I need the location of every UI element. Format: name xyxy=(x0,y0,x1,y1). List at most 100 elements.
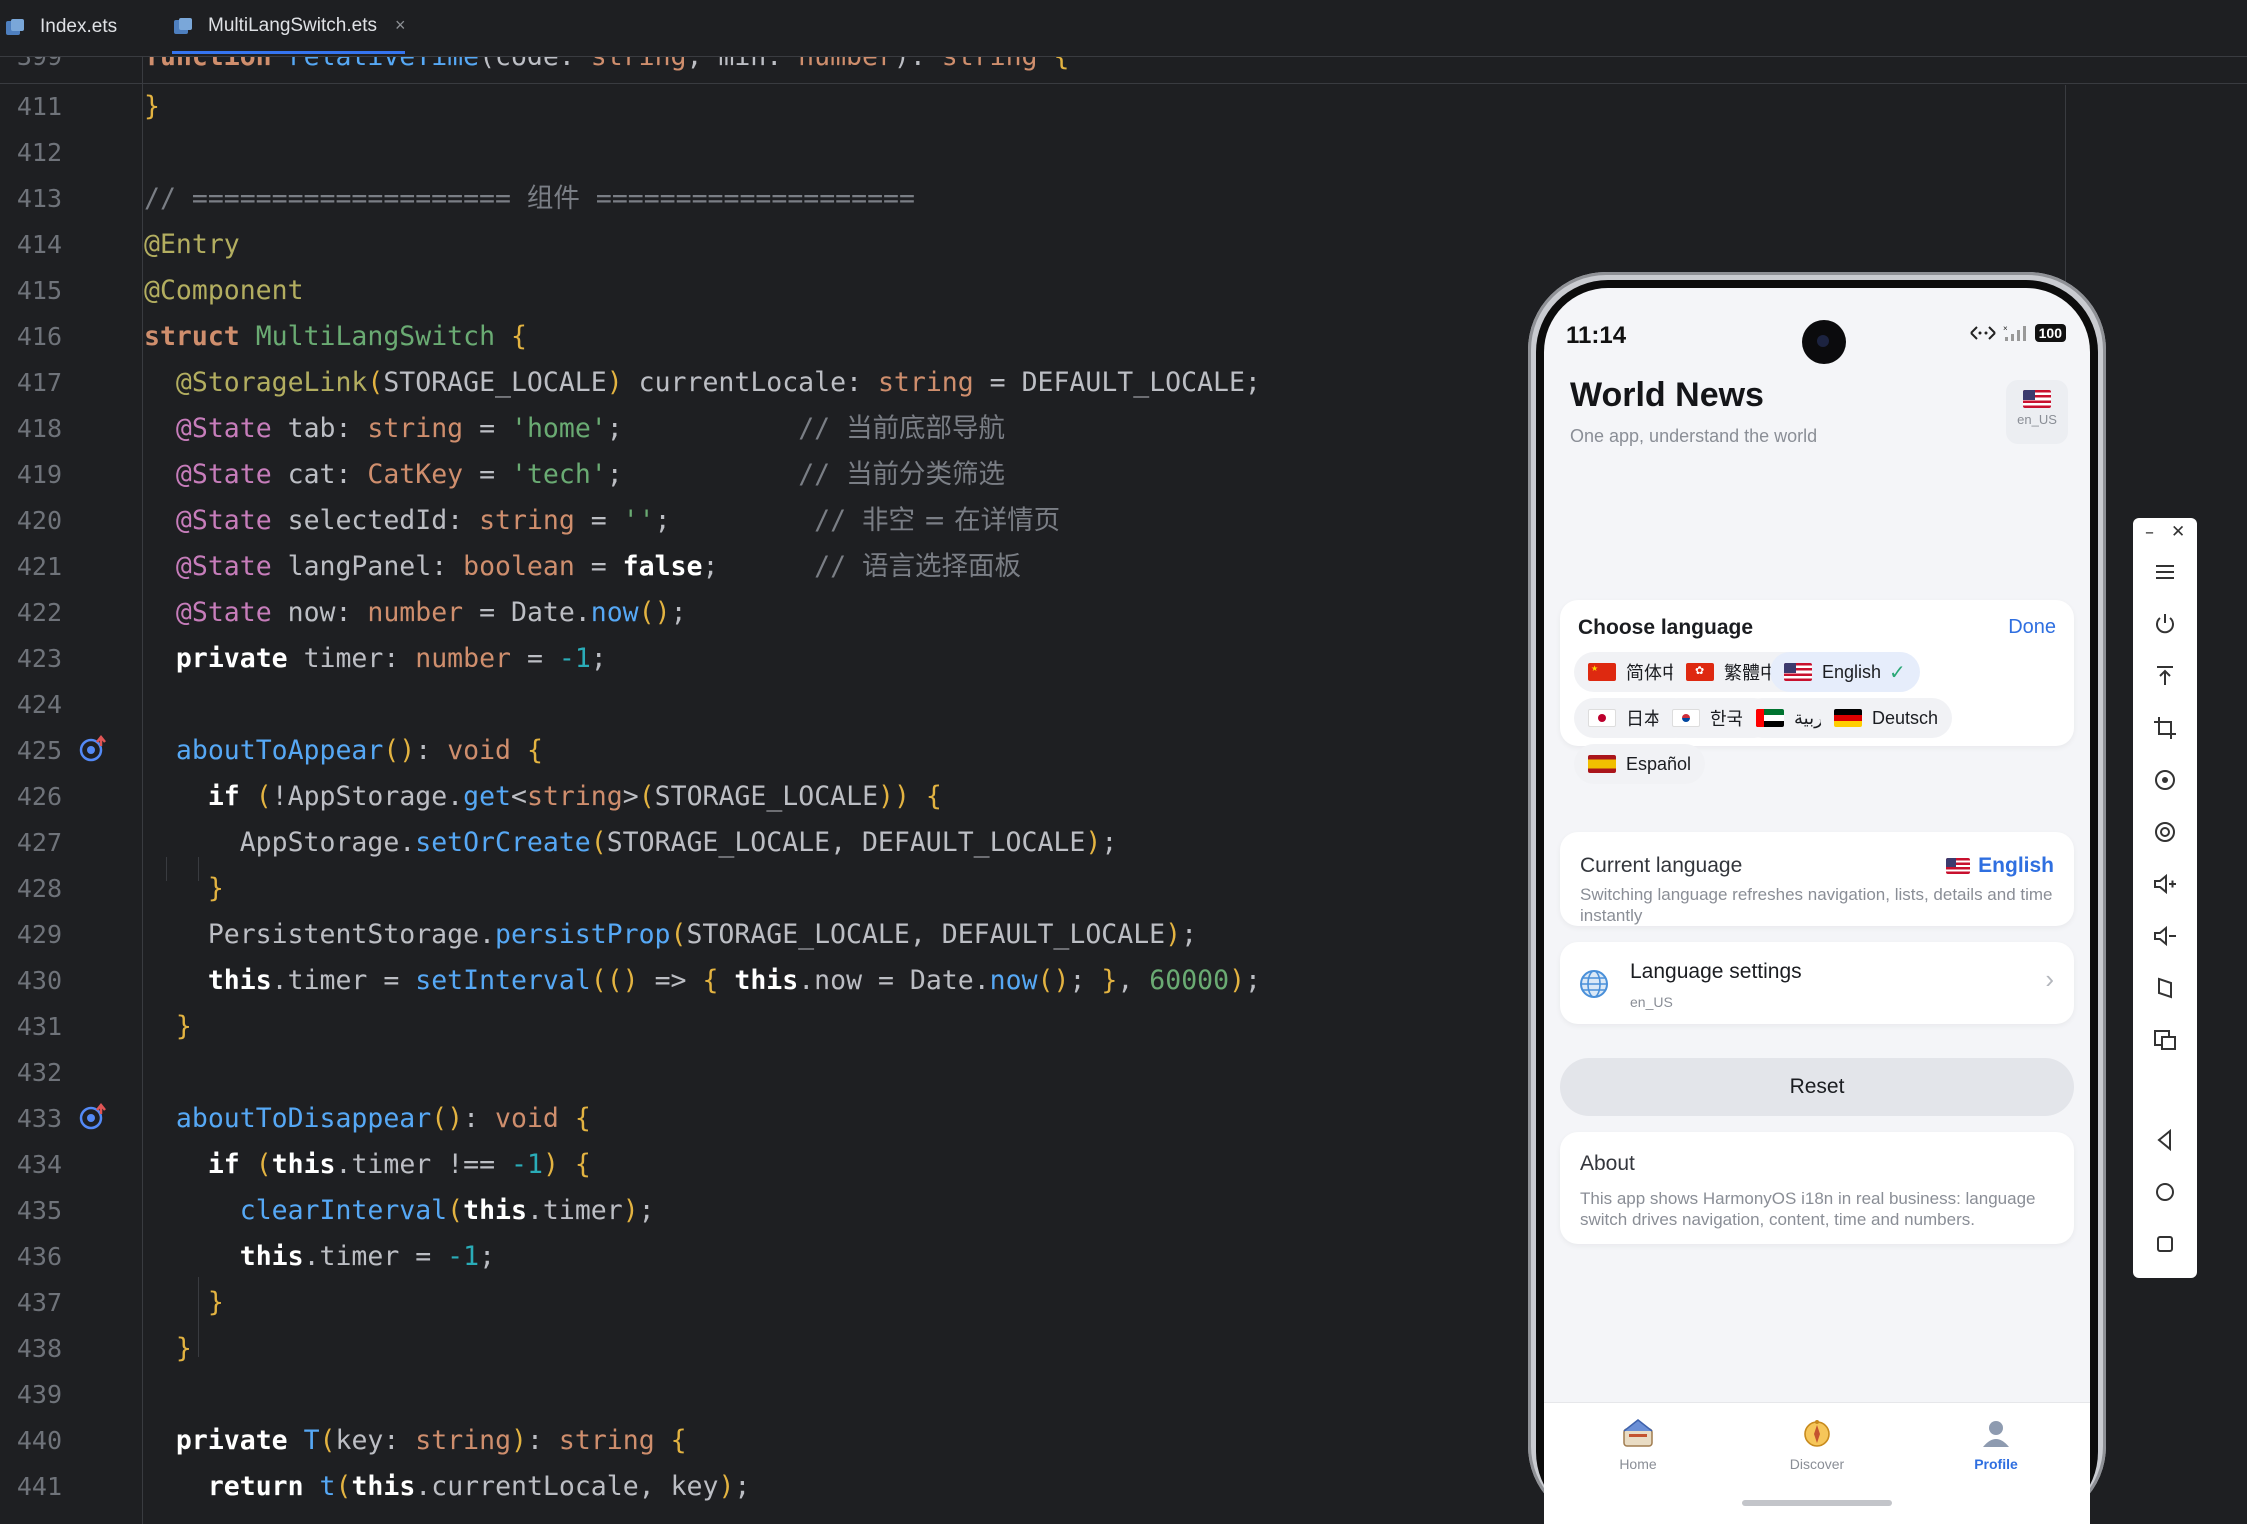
ets-file-icon xyxy=(174,17,192,34)
nav-profile[interactable]: Profile xyxy=(1926,1417,2066,1472)
code-line-435: clearInterval(this.timer); xyxy=(239,1195,655,1226)
check-icon: ✓ xyxy=(1889,661,1906,684)
camera-punch-hole xyxy=(1802,320,1846,364)
es-flag-icon xyxy=(1588,755,1616,773)
current-language-label: Current language xyxy=(1580,854,1743,877)
override-method-icon[interactable] xyxy=(78,734,108,764)
data-transfer-icon xyxy=(1969,326,1996,340)
ae-flag-icon xyxy=(1756,709,1784,727)
volume-up-icon[interactable] xyxy=(2147,866,2183,902)
nav-label: Discover xyxy=(1789,1456,1845,1472)
svg-text:×: × xyxy=(2003,324,2008,333)
gutter-separator xyxy=(142,57,143,1524)
code-line-431: } xyxy=(175,1011,192,1042)
code-line-415: @Component xyxy=(144,275,304,306)
line-number: 422 xyxy=(16,598,62,627)
code-line-411: } xyxy=(144,91,160,122)
line-number: 399 xyxy=(0,57,62,80)
us-flag-icon xyxy=(2023,390,2051,408)
nav-discover[interactable]: Discover xyxy=(1747,1417,1887,1472)
reset-button[interactable]: Reset xyxy=(1560,1058,2074,1116)
nav-home[interactable]: Home xyxy=(1568,1417,1708,1472)
code-line-419: @State cat: CatKey = 'tech'; // 当前分类筛选 xyxy=(175,459,1006,490)
line-number: 439 xyxy=(16,1380,62,1409)
sticky-scroll-line[interactable]: 399 function relativeTime(code: string, … xyxy=(0,57,2247,84)
signal-icon: × xyxy=(2003,324,2026,341)
line-number: 424 xyxy=(16,690,62,719)
recent-apps-icon[interactable] xyxy=(2147,1226,2183,1262)
minimize-icon[interactable]: – xyxy=(2145,522,2154,543)
device-screen[interactable]: 11:14 × 100 World News One app, understa… xyxy=(1544,288,2090,1524)
line-number: 429 xyxy=(16,920,62,949)
language-chip-spanish[interactable]: Español xyxy=(1574,744,1706,784)
line-number: 423 xyxy=(16,644,62,673)
code-line-418: @State tab: string = 'home'; // 当前底部导航 xyxy=(175,413,1006,444)
tab-index-ets[interactable]: Index.ets xyxy=(4,0,117,54)
menu-icon[interactable] xyxy=(2147,554,2183,590)
home-circle-icon[interactable] xyxy=(2147,1174,2183,1210)
back-icon[interactable] xyxy=(2147,1122,2183,1158)
line-number: 418 xyxy=(16,414,62,443)
line-number: 437 xyxy=(16,1288,62,1317)
code-line-427: AppStorage.setOrCreate(STORAGE_LOCALE, D… xyxy=(144,827,1118,858)
line-number: 420 xyxy=(16,506,62,535)
code-line-436: this.timer = -1; xyxy=(239,1241,496,1272)
pin-top-icon[interactable] xyxy=(2147,658,2183,694)
locale-button[interactable]: en_US xyxy=(2006,380,2068,444)
device-frame: 11:14 × 100 World News One app, understa… xyxy=(1528,272,2106,1524)
tab-multilangswitch-ets[interactable]: MultiLangSwitch.ets × xyxy=(172,0,406,54)
cn-flag-icon: ★ xyxy=(1588,663,1616,681)
line-number: 433 xyxy=(16,1104,62,1133)
current-language-value: English xyxy=(1946,854,2054,878)
done-button[interactable]: Done xyxy=(2008,616,2056,639)
language-settings-row[interactable]: Language settings en_US › xyxy=(1560,942,2074,1024)
multi-screen-icon[interactable] xyxy=(2147,1022,2183,1058)
emulator-toolbar: – ✕ xyxy=(2133,518,2197,1278)
line-number: 416 xyxy=(16,322,62,351)
fold-icon[interactable] xyxy=(2147,970,2183,1006)
language-label: Deutsch xyxy=(1872,707,1939,728)
line-number: 419 xyxy=(16,460,62,489)
language-label: English xyxy=(1822,661,1882,682)
line-number: 438 xyxy=(16,1334,62,1363)
rotate-icon[interactable] xyxy=(2147,762,2183,798)
globe-icon xyxy=(1580,970,1608,998)
line-number: 414 xyxy=(16,230,62,259)
crop-icon[interactable] xyxy=(2147,710,2183,746)
code-line-438: } xyxy=(175,1333,192,1364)
power-icon[interactable] xyxy=(2147,606,2183,642)
code-line-433: aboutToDisappear(): void { xyxy=(175,1103,591,1134)
battery-icon: 100 xyxy=(2034,324,2066,342)
tab-label: Index.ets xyxy=(40,16,118,37)
us-flag-icon xyxy=(1946,858,1971,874)
code-line-421: @State langPanel: boolean = false; // 语言… xyxy=(175,551,1022,582)
current-language-description: Switching language refreshes navigation,… xyxy=(1580,885,2053,925)
code-line-414: @Entry xyxy=(144,229,240,260)
volume-down-icon[interactable] xyxy=(2147,918,2183,954)
line-number: 430 xyxy=(16,966,62,995)
language-panel-title: Choose language xyxy=(1578,616,1754,639)
home-indicator[interactable] xyxy=(1742,1500,1892,1506)
line-number: 421 xyxy=(16,552,62,581)
code-line-428: } xyxy=(207,873,224,904)
language-settings-sub: en_US xyxy=(1630,994,1673,1010)
about-text: This app shows HarmonyOS i18n in real bu… xyxy=(1580,1189,2036,1229)
app-subtitle: One app, understand the world xyxy=(1570,426,1818,446)
profile-icon xyxy=(1983,1421,2009,1447)
code-line-413: // ==================== 组件 =============… xyxy=(144,183,915,214)
tab-label: MultiLangSwitch.ets xyxy=(208,14,377,36)
line-number: 441 xyxy=(16,1472,62,1501)
line-number: 417 xyxy=(16,368,62,397)
about-card: About This app shows HarmonyOS i18n in r… xyxy=(1560,1132,2074,1244)
compass-icon xyxy=(1804,1420,1830,1447)
screenshot-icon[interactable] xyxy=(2147,814,2183,850)
close-tab-icon[interactable]: × xyxy=(395,15,406,36)
override-method-icon[interactable] xyxy=(78,1102,108,1132)
language-chip-german[interactable]: Deutsch xyxy=(1820,698,1953,738)
home-icon xyxy=(1623,1419,1653,1447)
code-line-437: } xyxy=(207,1287,224,1318)
editor-tab-bar: Index.ets MultiLangSwitch.ets × xyxy=(0,0,2247,57)
close-icon[interactable]: ✕ xyxy=(2171,522,2185,542)
language-chip-english[interactable]: English ✓ xyxy=(1770,652,1920,692)
de-flag-icon xyxy=(1834,709,1862,727)
